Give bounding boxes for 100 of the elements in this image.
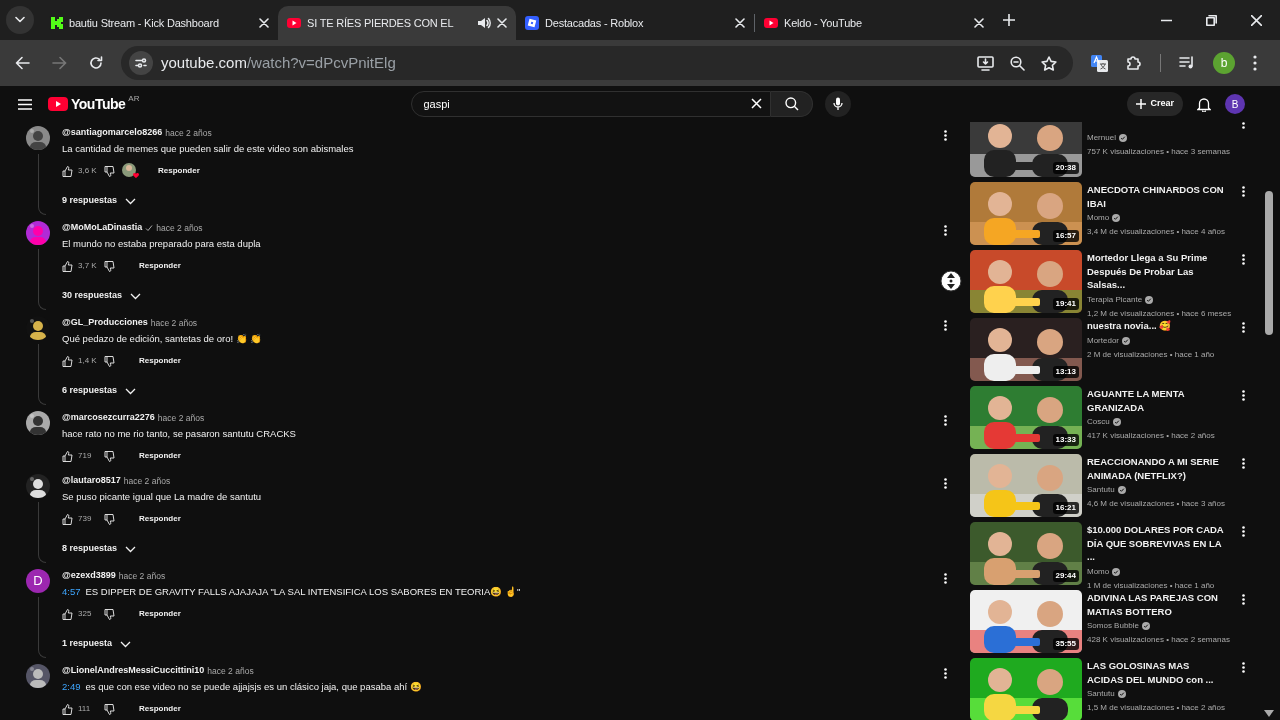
reply-button[interactable]: Responder: [135, 510, 185, 528]
more-vertical-icon[interactable]: [1242, 458, 1245, 469]
comment-author[interactable]: @ezexd3899: [62, 569, 116, 583]
close-icon[interactable]: [497, 18, 507, 28]
video-title[interactable]: LAS GOLOSINAS MAS ACIDAS DEL MUNDO con ...: [1087, 659, 1227, 686]
comment-author[interactable]: @MoMoLaDinastia: [62, 221, 143, 235]
more-vertical-icon[interactable]: [944, 573, 947, 584]
restore-icon[interactable]: [1206, 14, 1217, 26]
replies-toggle[interactable]: 30 respuestas: [62, 286, 142, 306]
video-title[interactable]: AGUANTE LA MENTA GRANIZADA: [1087, 387, 1227, 414]
zoom-icon[interactable]: [1010, 55, 1025, 71]
browser-tab[interactable]: Destacadas - Roblox: [516, 6, 754, 40]
install-icon[interactable]: [977, 55, 994, 71]
comment-author[interactable]: @LionelAndresMessiCuccittini10: [62, 664, 205, 678]
reply-button[interactable]: Responder: [135, 352, 185, 370]
comment-time[interactable]: hace 2 años: [123, 474, 171, 488]
replies-toggle[interactable]: 9 respuestas: [62, 191, 137, 211]
thumbs-up-icon[interactable]: [62, 703, 73, 715]
comment-time[interactable]: hace 2 años: [156, 221, 203, 235]
more-vertical-icon[interactable]: [1242, 186, 1245, 197]
thumbs-up-icon[interactable]: [62, 450, 73, 462]
translate-icon[interactable]: [1091, 54, 1108, 72]
replies-toggle[interactable]: 6 respuestas: [62, 381, 137, 401]
site-info-button[interactable]: [129, 51, 153, 75]
thumbs-down-icon[interactable]: [104, 703, 115, 715]
thumbs-up-icon[interactable]: [62, 260, 73, 272]
video-title[interactable]: $10.000 DOLARES POR CADA DÍA QUE SOBREVIVAS EN LA ...: [1087, 523, 1227, 564]
comment-author[interactable]: @santiagomarcelo8266: [62, 126, 163, 140]
thumbs-down-icon[interactable]: [104, 450, 115, 462]
more-vertical-icon[interactable]: [1242, 662, 1245, 673]
comment-author[interactable]: @marcosezcurra2276: [62, 411, 155, 425]
video-title[interactable]: Mortedor Llega a Su Prime Después De Probar Las Salsas...: [1087, 251, 1227, 292]
more-vertical-icon[interactable]: [944, 225, 947, 236]
search-button[interactable]: [771, 91, 814, 117]
comment-time[interactable]: hace 2 años: [150, 316, 198, 330]
comment-time[interactable]: hace 2 años: [118, 569, 166, 583]
account-avatar[interactable]: B: [1225, 94, 1245, 114]
thumbs-down-icon[interactable]: [104, 608, 115, 620]
thumbs-down-icon[interactable]: [104, 260, 115, 272]
back-arrow-icon[interactable]: [15, 56, 30, 70]
reply-button[interactable]: Responder: [135, 257, 185, 275]
thumbs-up-icon[interactable]: [62, 355, 73, 367]
youtube-logo[interactable]: YouTube AR: [48, 97, 140, 111]
more-vertical-icon[interactable]: [1242, 254, 1245, 265]
comment-time[interactable]: hace 2 años: [207, 664, 254, 678]
more-vertical-icon[interactable]: [1242, 594, 1245, 605]
more-vertical-icon[interactable]: [944, 668, 947, 679]
search-field[interactable]: gaspi: [411, 91, 772, 117]
more-vertical-icon[interactable]: [1253, 55, 1257, 71]
scroll-down-icon[interactable]: [1264, 710, 1274, 718]
puzzle-icon[interactable]: [1126, 55, 1142, 71]
close-icon[interactable]: [1251, 14, 1262, 26]
reply-button[interactable]: Responder: [154, 162, 204, 180]
bell-icon[interactable]: [1197, 96, 1211, 112]
tab-search-button[interactable]: [6, 6, 34, 34]
voice-search-button[interactable]: [825, 91, 852, 117]
reply-button[interactable]: Responder: [135, 447, 185, 465]
channel-name[interactable]: Santutu: [1087, 484, 1115, 496]
video-title[interactable]: nuestra novia... 🥰: [1087, 319, 1227, 333]
create-button[interactable]: Crear: [1127, 92, 1183, 116]
channel-name[interactable]: Mortedor: [1087, 334, 1119, 347]
star-icon[interactable]: [1041, 55, 1057, 71]
comment-time[interactable]: hace 2 años: [157, 411, 205, 425]
reply-button[interactable]: Responder: [135, 605, 185, 623]
thumbs-down-icon[interactable]: [104, 513, 115, 525]
channel-name[interactable]: Santutu: [1087, 688, 1115, 700]
more-vertical-icon[interactable]: [1242, 390, 1245, 401]
browser-tab[interactable]: Keldo - YouTube: [755, 6, 993, 40]
thumbs-down-icon[interactable]: [104, 355, 115, 367]
video-title[interactable]: ADIVINA LAS PAREJAS CON MATIAS BOTTERO: [1087, 591, 1227, 618]
thumbs-down-icon[interactable]: [104, 165, 115, 177]
comment-author[interactable]: @GL_Producciones: [62, 316, 148, 330]
more-vertical-icon[interactable]: [944, 478, 947, 489]
replies-toggle[interactable]: 1 respuesta: [62, 634, 132, 654]
channel-name[interactable]: Mernuel: [1087, 132, 1116, 144]
thumbs-up-icon[interactable]: [62, 608, 73, 620]
channel-name[interactable]: Coscu: [1087, 416, 1110, 428]
video-title[interactable]: REACCIONANDO A MI SERIE ANIMADA (NETFLIX?): [1087, 455, 1227, 482]
more-vertical-icon[interactable]: [944, 415, 947, 426]
browser-tab[interactable]: SI TE RÍES PIERDES CON EL: [278, 6, 516, 40]
new-tab-icon[interactable]: [1003, 14, 1015, 26]
close-icon[interactable]: [974, 18, 984, 28]
timestamp-link[interactable]: 2:49: [62, 679, 81, 695]
timestamp-link[interactable]: 4:57: [62, 584, 81, 600]
close-icon[interactable]: [735, 18, 745, 28]
menu-icon[interactable]: [18, 98, 32, 110]
scrollbar-thumb[interactable]: [1265, 191, 1273, 335]
comment-time[interactable]: hace 2 años: [165, 126, 212, 140]
more-vertical-icon[interactable]: [944, 320, 947, 331]
speaker-icon[interactable]: [477, 16, 491, 30]
comment-author[interactable]: @lautaro8517: [62, 474, 121, 488]
reply-button[interactable]: Responder: [135, 700, 185, 718]
more-vertical-icon[interactable]: [944, 130, 947, 141]
more-vertical-icon[interactable]: [1242, 526, 1245, 537]
channel-name[interactable]: Momo: [1087, 565, 1110, 578]
clear-icon[interactable]: [751, 98, 763, 109]
video-title[interactable]: ANECDOTA CHINARDOS CON IBAI: [1087, 183, 1227, 210]
thumbs-up-icon[interactable]: [62, 513, 73, 525]
playlist-music-icon[interactable]: [1179, 56, 1195, 70]
replies-toggle[interactable]: 8 respuestas: [62, 539, 137, 559]
